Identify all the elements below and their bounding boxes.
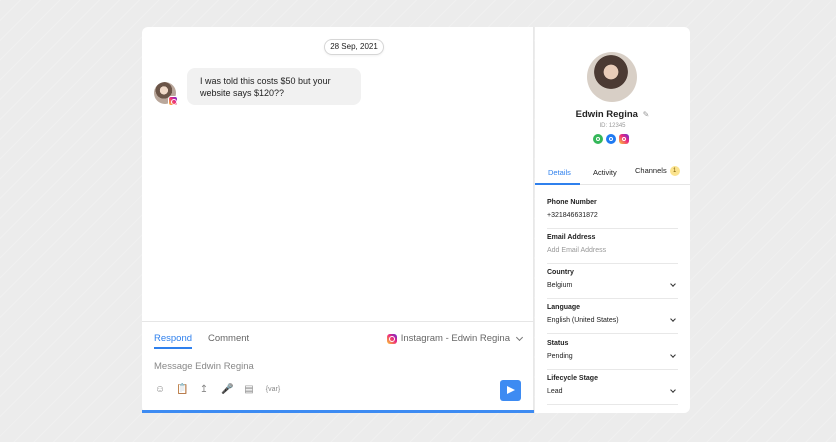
instagram-icon xyxy=(386,333,397,344)
lifecycle-stage-value: Lead xyxy=(547,388,563,395)
field-lifecycle-stage[interactable]: Lifecycle Stage Lead xyxy=(547,375,678,405)
send-button[interactable] xyxy=(500,380,521,401)
template-icon[interactable]: ▤ xyxy=(243,384,255,396)
field-status[interactable]: Status Pending xyxy=(547,340,678,370)
clipboard-icon[interactable]: 📋 xyxy=(176,384,188,396)
profile-channels xyxy=(593,134,629,144)
channels-count-badge: 1 xyxy=(669,166,680,177)
tab-respond-indicator xyxy=(154,347,192,349)
tab-activity[interactable]: Activity xyxy=(593,168,617,177)
profile-tabs: Details Activity Channels 1 xyxy=(535,160,690,185)
chat-panel: 28 Sep, 2021 I was told this costs $50 b… xyxy=(142,27,534,413)
messenger-icon[interactable] xyxy=(606,134,616,144)
field-country[interactable]: Country Belgium xyxy=(547,269,678,299)
channel-selector[interactable]: Instagram - Edwin Regina xyxy=(386,333,524,344)
chevron-down-icon xyxy=(670,352,676,358)
instagram-icon xyxy=(168,96,178,106)
channel-selector-label: Instagram - Edwin Regina xyxy=(400,333,510,344)
profile-id: ID: 12345 xyxy=(599,123,626,129)
chevron-down-icon xyxy=(670,281,676,287)
field-email-address[interactable]: Email Address Add Email Address xyxy=(547,234,678,264)
instagram-icon[interactable] xyxy=(619,134,629,144)
profile-name: Edwin Regina xyxy=(575,109,638,120)
field-label: Lifecycle Stage xyxy=(547,375,598,382)
tab-respond[interactable]: Respond xyxy=(154,333,192,344)
tab-comment[interactable]: Comment xyxy=(208,333,249,344)
status-value: Pending xyxy=(547,353,573,360)
contact-profile-panel: Edwin Regina ✎ ID: 12345 Details Activit… xyxy=(535,27,690,413)
composer-focus-bar xyxy=(142,410,534,413)
field-language[interactable]: Language English (United States) xyxy=(547,304,678,334)
chevron-down-icon xyxy=(515,333,524,341)
tab-details[interactable]: Details xyxy=(548,168,571,177)
field-label: Phone Number xyxy=(547,199,597,206)
language-value: English (United States) xyxy=(547,317,619,324)
profile-avatar xyxy=(587,52,637,102)
message-input[interactable]: Message Edwin Regina xyxy=(154,361,254,372)
microphone-icon[interactable]: 🎤 xyxy=(221,384,233,396)
tab-channels-label: Channels xyxy=(635,166,667,175)
variable-icon[interactable]: {var} xyxy=(263,384,283,396)
profile-name-row: Edwin Regina ✎ xyxy=(535,109,690,120)
incoming-message-bubble: I was told this costs $50 but your websi… xyxy=(187,68,361,105)
date-separator: 28 Sep, 2021 xyxy=(324,39,384,55)
message-composer: Respond Comment Instagram - Edwin Regina… xyxy=(142,321,534,413)
chevron-down-icon xyxy=(670,387,676,393)
message-text-line-1: I was told this costs $50 but your xyxy=(200,76,331,86)
pencil-icon[interactable]: ✎ xyxy=(643,110,650,119)
field-label: Country xyxy=(547,269,574,276)
tab-channels[interactable]: Channels 1 xyxy=(635,166,680,177)
phone-number-value: +321846631872 xyxy=(547,212,598,219)
country-value: Belgium xyxy=(547,282,573,289)
field-label: Status xyxy=(547,340,569,347)
message-text-line-2: website says $120?? xyxy=(200,88,285,98)
field-phone-number[interactable]: Phone Number +321846631872 xyxy=(547,199,678,229)
upload-icon[interactable]: ↥ xyxy=(198,384,210,396)
chevron-down-icon xyxy=(670,316,676,322)
field-label: Language xyxy=(547,304,581,311)
emoji-icon[interactable]: ☺ xyxy=(154,384,166,396)
email-address-placeholder: Add Email Address xyxy=(547,247,607,254)
tab-details-indicator xyxy=(535,183,580,185)
whatsapp-icon[interactable] xyxy=(593,134,603,144)
field-label: Email Address xyxy=(547,234,596,241)
